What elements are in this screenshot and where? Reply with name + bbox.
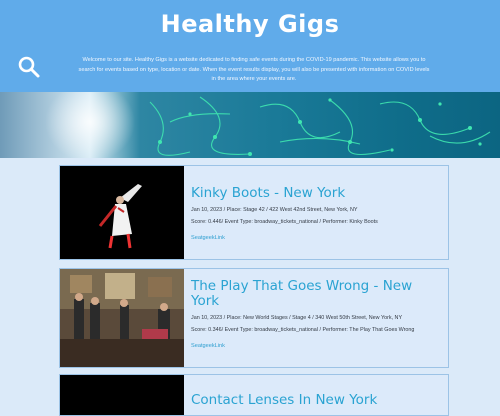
search-icon — [18, 56, 40, 78]
event-card[interactable]: The Play That Goes Wrong - New York Jan … — [59, 268, 449, 368]
event-title[interactable]: Kinky Boots - New York — [191, 186, 442, 201]
event-image — [60, 375, 184, 415]
hero-banner — [0, 92, 500, 158]
intro-text: Welcome to our site. Healthy Gigs is a w… — [78, 57, 430, 82]
event-title[interactable]: The Play That Goes Wrong - New York — [191, 279, 442, 309]
event-details: Kinky Boots - New York Jan 10, 2023 / Pl… — [191, 166, 442, 244]
event-title[interactable]: Contact Lenses In New York — [191, 393, 442, 408]
site-header: Healthy Gigs Welcome to our site. Health… — [0, 0, 500, 92]
event-image — [60, 166, 184, 259]
event-score: Score: 0.346/ Event Type: broadway_ticke… — [191, 327, 415, 333]
search-button[interactable] — [16, 54, 42, 80]
event-score: Score: 0.446/ Event Type: broadway_ticke… — [191, 219, 378, 225]
event-card[interactable]: Kinky Boots - New York Jan 10, 2023 / Pl… — [59, 165, 449, 260]
site-title: Healthy Gigs — [160, 10, 340, 38]
event-image — [60, 269, 184, 367]
seatgeek-link[interactable]: SeatgeekLink — [191, 343, 225, 349]
event-details: Contact Lenses In New York — [191, 375, 442, 408]
event-date-place: Jan 10, 2023 / Place: New World Stages /… — [191, 315, 403, 321]
event-card[interactable]: Contact Lenses In New York — [59, 374, 449, 416]
seatgeek-link[interactable]: SeatgeekLink — [191, 235, 225, 241]
event-date-place: Jan 10, 2023 / Place: Stage 42 / 422 Wes… — [191, 207, 358, 213]
event-details: The Play That Goes Wrong - New York Jan … — [191, 269, 442, 352]
